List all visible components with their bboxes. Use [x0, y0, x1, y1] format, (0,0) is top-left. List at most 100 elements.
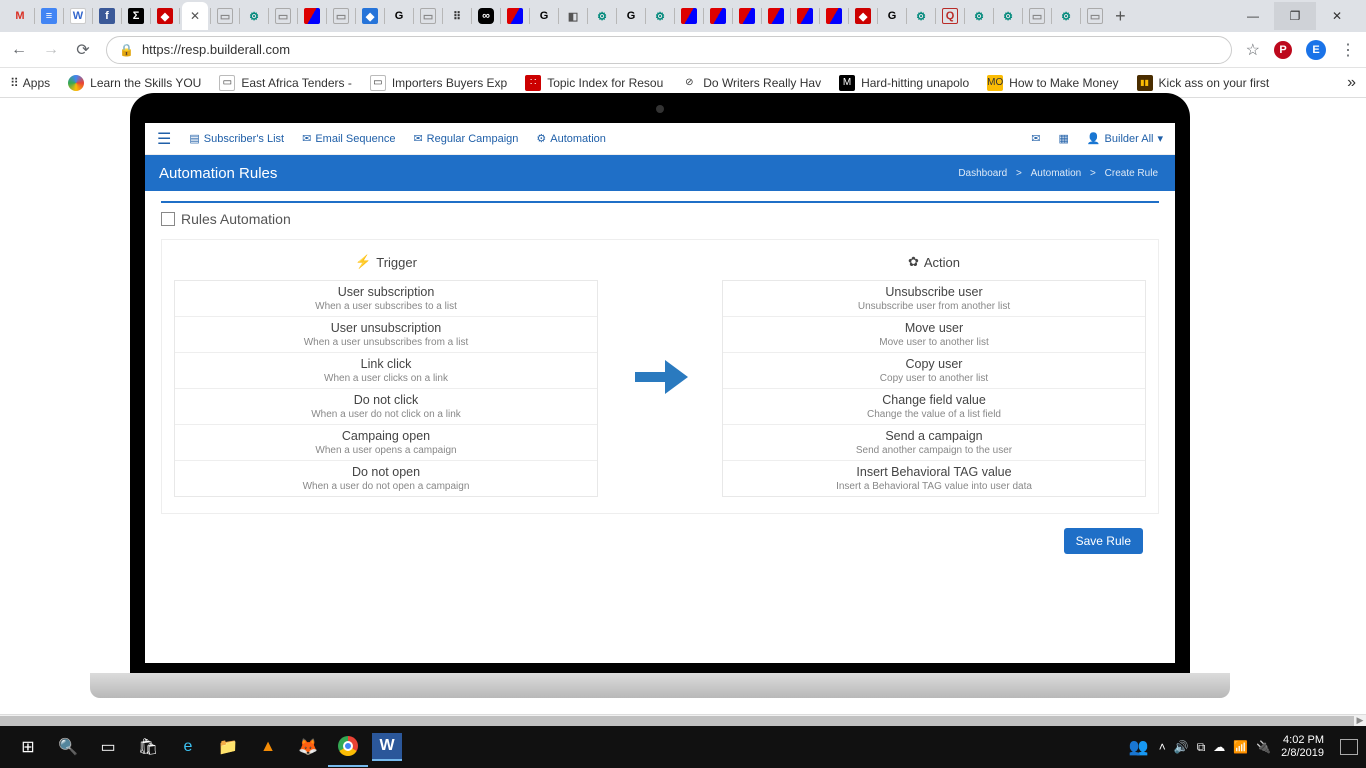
- tab-bug-6-icon[interactable]: ⚙: [1000, 8, 1016, 24]
- tab-facebook-icon[interactable]: f: [99, 8, 115, 24]
- nav-user-menu[interactable]: 👤Builder All ▾: [1087, 132, 1163, 145]
- taskbar-store[interactable]: 🛍: [128, 727, 168, 767]
- system-tray[interactable]: ˄ 🔊 ⧉ ☁ 📶 🔌: [1159, 740, 1271, 755]
- action-copy-user[interactable]: Copy userCopy user to another list: [723, 353, 1145, 389]
- tab-google-1-icon[interactable]: G: [391, 8, 407, 24]
- tab-blank-2-icon[interactable]: ▭: [275, 8, 291, 24]
- tab-bug-2-icon[interactable]: ⚙: [594, 8, 610, 24]
- hamburger-menu-button[interactable]: ☰: [157, 129, 171, 149]
- crumb-automation[interactable]: Automation: [1031, 168, 1082, 179]
- start-button[interactable]: ⊞: [8, 727, 48, 767]
- nav-mail-icon[interactable]: ✉: [1031, 132, 1040, 145]
- tab-red-2-icon[interactable]: ◆: [855, 8, 871, 24]
- tab-rb-8-icon[interactable]: [826, 8, 842, 24]
- people-icon[interactable]: 👥: [1129, 737, 1149, 757]
- horizontal-scrollbar[interactable]: ◀ ▶: [0, 714, 1366, 726]
- tab-sigma-icon[interactable]: Σ: [128, 8, 144, 24]
- task-view-button[interactable]: ▭: [88, 727, 128, 767]
- trigger-do-not-open[interactable]: Do not openWhen a user do not open a cam…: [175, 461, 597, 496]
- tab-red-icon[interactable]: ◆: [157, 8, 173, 24]
- nav-back-button[interactable]: ←: [10, 41, 28, 59]
- trigger-do-not-click[interactable]: Do not clickWhen a user do not click on …: [175, 389, 597, 425]
- tab-gmail-icon[interactable]: M: [12, 8, 28, 24]
- nav-email-sequence[interactable]: ✉Email Sequence: [302, 132, 395, 145]
- trigger-link-click[interactable]: Link clickWhen a user clicks on a link: [175, 353, 597, 389]
- tab-black-icon[interactable]: ∞: [478, 8, 494, 24]
- pinterest-extension-icon[interactable]: P: [1274, 41, 1292, 59]
- tab-generic-1-icon[interactable]: ◧: [565, 8, 581, 24]
- tab-blank-5-icon[interactable]: ▭: [1029, 8, 1045, 24]
- tab-rb-7-icon[interactable]: [797, 8, 813, 24]
- bookmarks-overflow-button[interactable]: »: [1347, 74, 1356, 92]
- window-close-button[interactable]: ✕: [1316, 2, 1358, 30]
- tab-redblue-1-icon[interactable]: [304, 8, 320, 24]
- action-center-button[interactable]: [1340, 739, 1358, 755]
- tray-expand-icon[interactable]: ˄: [1159, 740, 1166, 754]
- active-tab[interactable]: ✕: [182, 2, 208, 30]
- bookmark-learn-skills[interactable]: Learn the Skills YOU: [68, 75, 201, 91]
- tab-blank-6-icon[interactable]: ▭: [1087, 8, 1103, 24]
- dropbox-icon[interactable]: ⧉: [1197, 740, 1206, 755]
- tab-rb-6-icon[interactable]: [768, 8, 784, 24]
- taskbar-word[interactable]: W: [372, 733, 402, 761]
- omnibox[interactable]: 🔒 https://resp.builderall.com: [106, 36, 1232, 64]
- tab-dots-icon[interactable]: ⠿: [449, 8, 465, 24]
- battery-icon[interactable]: 🔌: [1256, 740, 1271, 754]
- action-change-field-value[interactable]: Change field valueChange the value of a …: [723, 389, 1145, 425]
- trigger-user-unsubscription[interactable]: User unsubscriptionWhen a user unsubscri…: [175, 317, 597, 353]
- action-unsubscribe-user[interactable]: Unsubscribe userUnsubscribe user from an…: [723, 281, 1145, 317]
- wifi-icon[interactable]: 📶: [1233, 740, 1248, 754]
- trigger-campaign-open[interactable]: Campaing openWhen a user opens a campaig…: [175, 425, 597, 461]
- tab-blank-4-icon[interactable]: ▭: [420, 8, 436, 24]
- tab-wikipedia-icon[interactable]: W: [70, 8, 86, 24]
- window-minimize-button[interactable]: —: [1232, 2, 1274, 30]
- bookmarks-apps-button[interactable]: ⠿Apps: [10, 76, 50, 90]
- browser-menu-button[interactable]: ⋮: [1340, 40, 1356, 60]
- taskbar-vlc[interactable]: ▲: [248, 727, 288, 767]
- bookmark-writers[interactable]: ⊘Do Writers Really Hav: [681, 75, 821, 91]
- taskbar-search-button[interactable]: 🔍: [48, 727, 88, 767]
- action-insert-behavioral-tag[interactable]: Insert Behavioral TAG valueInsert a Beha…: [723, 461, 1145, 496]
- nav-automation[interactable]: ⚙Automation: [536, 132, 606, 145]
- tab-rb-3-icon[interactable]: [681, 8, 697, 24]
- bookmark-kick-ass[interactable]: ▮▮Kick ass on your first: [1137, 75, 1270, 91]
- nav-forward-button[interactable]: →: [42, 41, 60, 59]
- bookmark-importers[interactable]: ▭Importers Buyers Exp: [370, 75, 507, 91]
- tab-bug-4-icon[interactable]: ⚙: [913, 8, 929, 24]
- tab-google-4-icon[interactable]: G: [884, 8, 900, 24]
- bookmark-make-money[interactable]: MOHow to Make Money: [987, 75, 1118, 91]
- taskbar-explorer[interactable]: 📁: [208, 727, 248, 767]
- volume-icon[interactable]: 🔊: [1174, 740, 1189, 754]
- tab-blank-1-icon[interactable]: ▭: [217, 8, 233, 24]
- tab-redblue-2-icon[interactable]: [507, 8, 523, 24]
- action-move-user[interactable]: Move userMove user to another list: [723, 317, 1145, 353]
- tab-blank-3-icon[interactable]: ▭: [333, 8, 349, 24]
- tab-bug-7-icon[interactable]: ⚙: [1058, 8, 1074, 24]
- tab-docs-icon[interactable]: ≡: [41, 8, 57, 24]
- nav-template-icon[interactable]: ▦: [1058, 132, 1068, 145]
- action-send-campaign[interactable]: Send a campaignSend another campaign to …: [723, 425, 1145, 461]
- taskbar-edge[interactable]: e: [168, 727, 208, 767]
- save-rule-button[interactable]: Save Rule: [1064, 528, 1143, 554]
- tab-google-3-icon[interactable]: G: [623, 8, 639, 24]
- tab-rb-5-icon[interactable]: [739, 8, 755, 24]
- nav-subscribers-list[interactable]: ▤Subscriber's List: [189, 132, 284, 145]
- scroll-right-arrow[interactable]: ▶: [1354, 715, 1366, 727]
- tab-google-2-icon[interactable]: G: [536, 8, 552, 24]
- tab-bluesq-icon[interactable]: ◆: [362, 8, 378, 24]
- onedrive-icon[interactable]: ☁: [1213, 740, 1225, 754]
- nav-regular-campaign[interactable]: ✉Regular Campaign: [413, 132, 518, 145]
- nav-reload-button[interactable]: ⟳: [74, 41, 92, 59]
- tab-bug-1-icon[interactable]: ⚙: [246, 8, 262, 24]
- bookmark-star-button[interactable]: ☆: [1246, 40, 1260, 60]
- tab-quora-icon[interactable]: Q: [942, 8, 958, 24]
- taskbar-firefox[interactable]: 🦊: [288, 727, 328, 767]
- taskbar-clock[interactable]: 4:02 PM 2/8/2019: [1281, 734, 1330, 760]
- taskbar-chrome[interactable]: [328, 727, 368, 767]
- bookmark-topic-index[interactable]: ∷Topic Index for Resou: [525, 75, 663, 91]
- tab-close-icon[interactable]: ✕: [190, 9, 200, 23]
- bookmark-east-africa[interactable]: ▭East Africa Tenders -: [219, 75, 352, 91]
- profile-avatar-button[interactable]: E: [1306, 40, 1326, 60]
- bookmark-hard-hitting[interactable]: MHard-hitting unapolo: [839, 75, 969, 91]
- tab-bug-3-icon[interactable]: ⚙: [652, 8, 668, 24]
